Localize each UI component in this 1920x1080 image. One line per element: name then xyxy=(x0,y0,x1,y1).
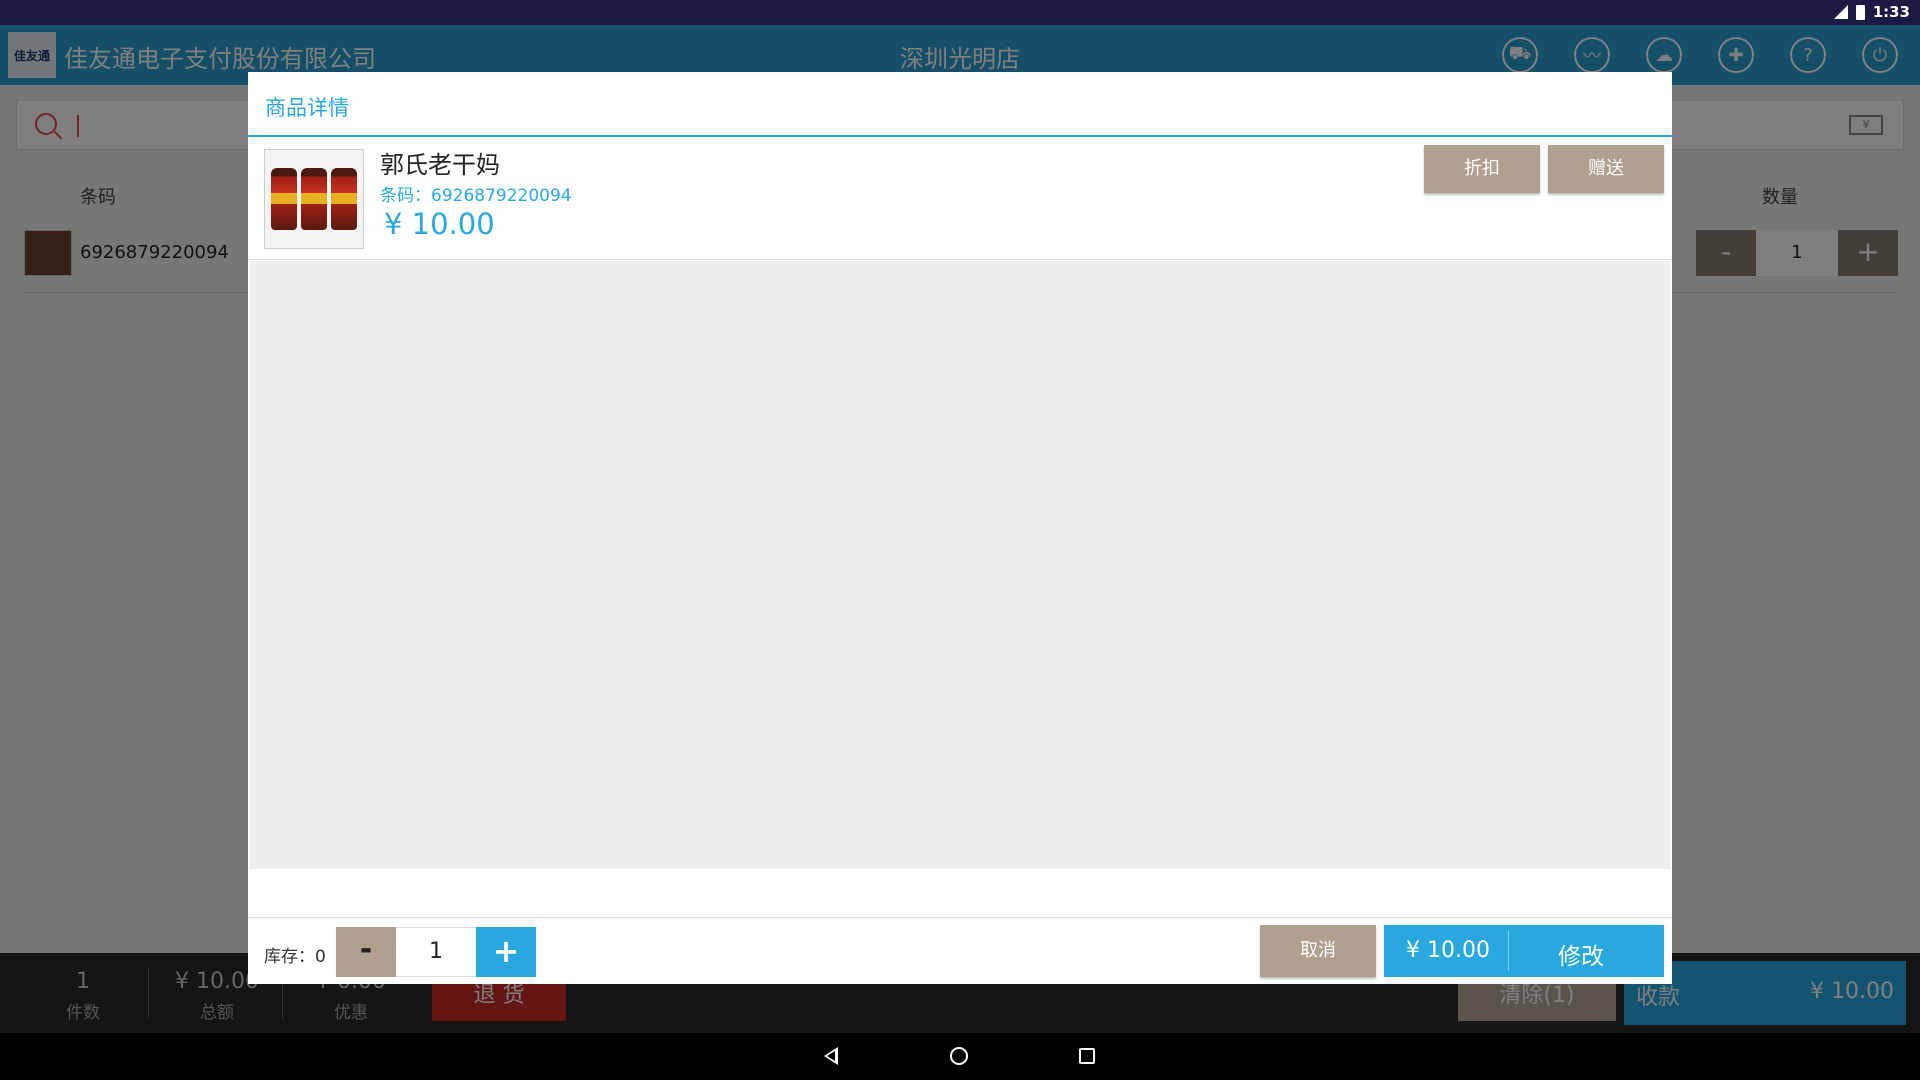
qty-plus-button[interactable]: + xyxy=(476,927,536,977)
recent-apps-icon[interactable] xyxy=(1079,1048,1095,1064)
dialog-title: 商品详情 xyxy=(265,96,349,120)
status-time: 1:33 xyxy=(1872,3,1910,21)
cancel-button[interactable]: 取消 xyxy=(1260,925,1376,977)
gift-button[interactable]: 赠送 xyxy=(1548,145,1664,193)
product-info: 郭氏老干妈 条码：6926879220094 ¥ 10.00 折扣 赠送 xyxy=(248,137,1672,260)
footer-divider xyxy=(248,917,1672,918)
modify-price: ¥ 10.00 xyxy=(1406,938,1490,963)
status-bar: 1:33 xyxy=(0,0,1920,25)
product-detail-dialog: 商品详情 郭氏老干妈 条码：6926879220094 ¥ 10.00 折扣 赠… xyxy=(248,72,1672,984)
product-name: 郭氏老干妈 xyxy=(380,151,500,179)
status-icons: 1:33 xyxy=(1833,3,1910,21)
product-image xyxy=(264,149,364,249)
product-barcode: 条码：6926879220094 xyxy=(380,186,572,206)
stock-label: 库存：0 xyxy=(264,947,326,967)
battery-icon xyxy=(1855,4,1865,20)
system-nav-bar xyxy=(0,1033,1920,1080)
qty-input[interactable]: 1 xyxy=(396,927,476,977)
jar-graphic xyxy=(271,168,297,230)
modify-button[interactable]: ¥ 10.00 修改 xyxy=(1384,925,1664,977)
dialog-body xyxy=(250,261,1670,869)
qty-minus-button[interactable]: - xyxy=(336,927,396,977)
jar-graphic xyxy=(331,168,357,230)
signal-icon xyxy=(1833,5,1848,19)
modify-label: 修改 xyxy=(1558,944,1604,970)
button-separator xyxy=(1508,931,1509,971)
home-icon[interactable] xyxy=(950,1047,968,1065)
discount-button[interactable]: 折扣 xyxy=(1424,145,1540,193)
back-icon[interactable] xyxy=(824,1047,838,1065)
jar-graphic xyxy=(301,168,327,230)
product-price: ¥ 10.00 xyxy=(384,207,495,241)
